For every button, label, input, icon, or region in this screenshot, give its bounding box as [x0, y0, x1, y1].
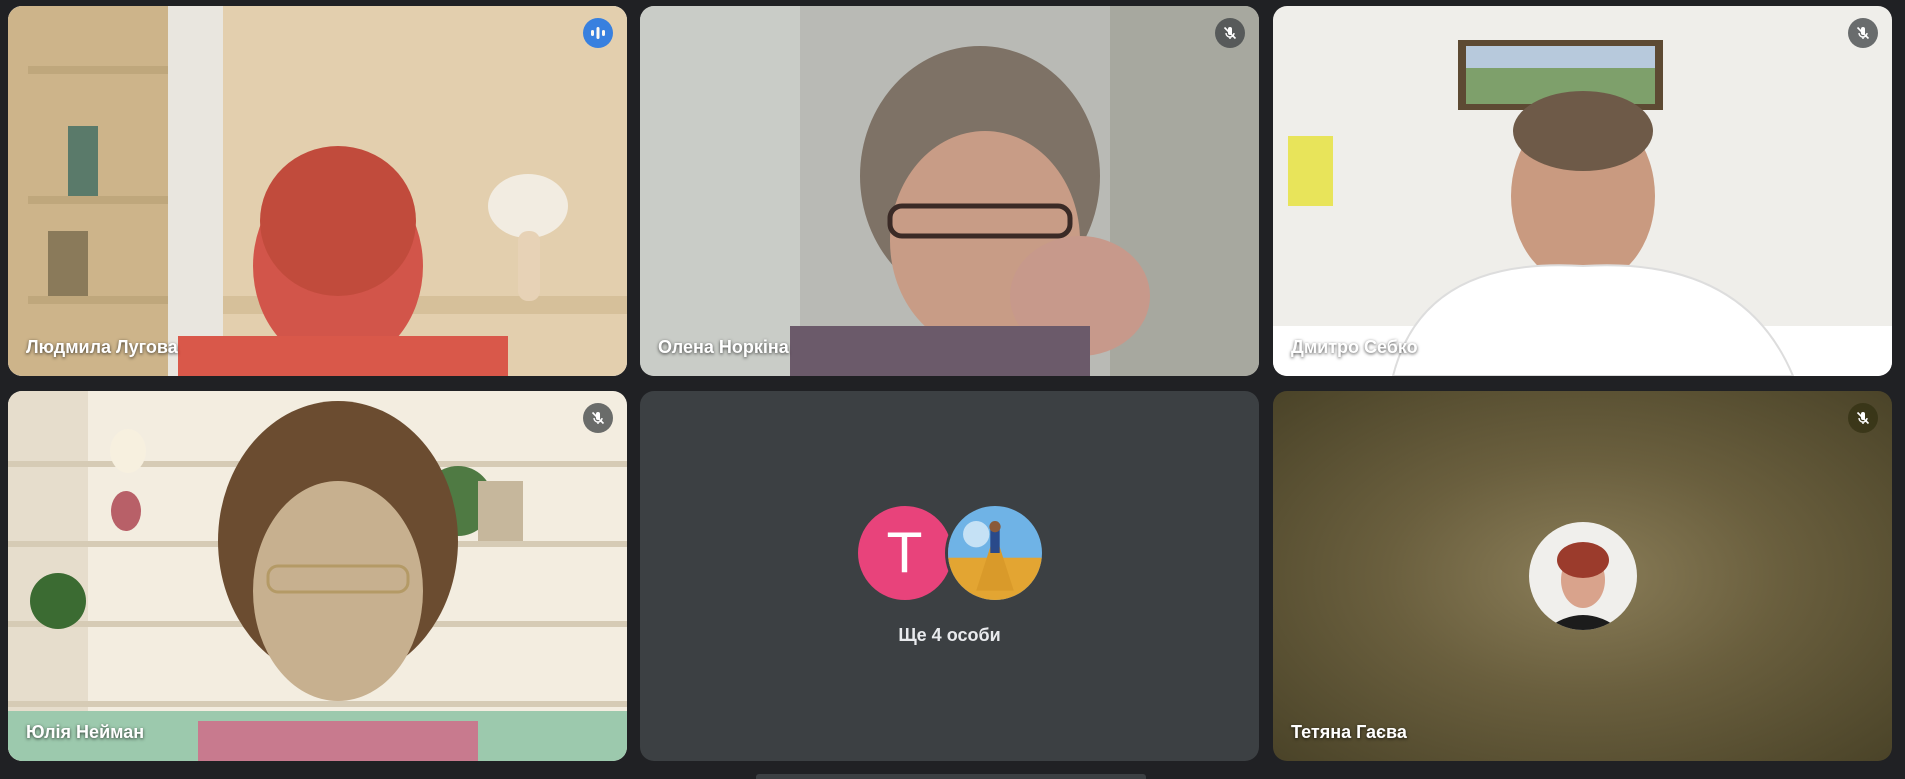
avatar-group: T [854, 503, 1045, 603]
avatar [944, 503, 1045, 603]
video-feed [640, 6, 1259, 376]
participant-tile-2[interactable]: Олена Норкіна [640, 6, 1259, 376]
participant-tile-3[interactable]: Дмитро Себко [1273, 6, 1892, 376]
avatar [1528, 522, 1637, 630]
video-feed [8, 6, 627, 376]
participant-name: Тетяна Гаєва [1291, 722, 1407, 742]
participant-name: Юлія Нейман [26, 722, 145, 742]
avatar-image [1528, 522, 1637, 630]
controls-handle[interactable] [756, 774, 1146, 779]
participant-name: Дмитро Себко [1291, 337, 1418, 357]
mic-off-icon [1223, 26, 1237, 40]
more-participants-label: Ще 4 особи [898, 625, 1001, 645]
participant-tile-6[interactable]: Тетяна Гаєва [1273, 391, 1892, 761]
speaking-indicator [583, 18, 613, 48]
audio-bars-icon [591, 27, 605, 39]
mic-off-icon [1856, 411, 1870, 425]
participant-tile-4[interactable]: Юлія Нейман [8, 391, 627, 761]
video-feed [1273, 6, 1892, 376]
avatar: T [854, 503, 955, 603]
video-feed [8, 391, 627, 761]
overflow-participants-tile[interactable]: T Ще 4 особи [640, 391, 1259, 761]
mute-indicator [1848, 403, 1878, 433]
mic-off-icon [1856, 26, 1870, 40]
mute-indicator [1848, 18, 1878, 48]
participant-tile-1[interactable]: Людмила Лугова [8, 6, 627, 376]
participant-name: Людмила Лугова [26, 337, 178, 357]
participant-name: Олена Норкіна [658, 337, 789, 357]
mute-indicator [583, 403, 613, 433]
mic-off-icon [591, 411, 605, 425]
avatar-image [947, 506, 1042, 600]
mute-indicator [1215, 18, 1245, 48]
